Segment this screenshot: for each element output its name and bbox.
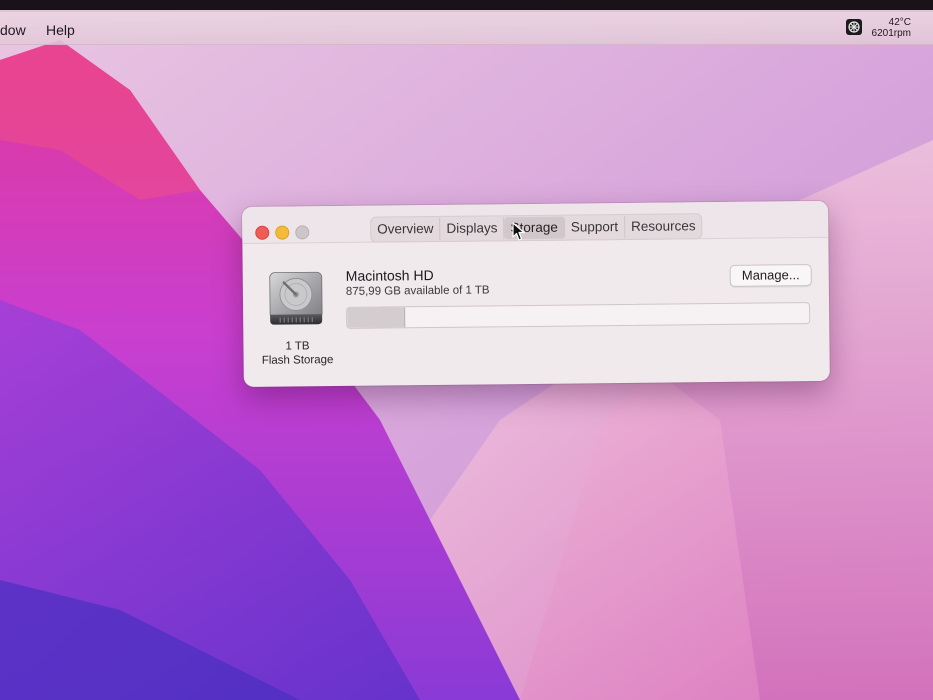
menu-window[interactable]: dow bbox=[0, 22, 26, 38]
storage-panel: 1 TB Flash Storage Macintosh HD 875,99 G… bbox=[242, 238, 829, 387]
window-titlebar[interactable]: Overview Displays Storage Support Resour… bbox=[242, 200, 829, 244]
tab-support[interactable]: Support bbox=[564, 215, 626, 239]
status-fan-speed: 6201rpm bbox=[871, 28, 911, 39]
menu-bar: dow Help 42°C 6201rpm bbox=[0, 10, 933, 45]
tab-displays[interactable]: Displays bbox=[440, 217, 505, 240]
menu-help[interactable]: Help bbox=[46, 22, 75, 38]
storage-used-segment[interactable] bbox=[347, 307, 406, 328]
close-window-button[interactable] bbox=[255, 225, 270, 240]
tab-bar: Overview Displays Storage Support Resour… bbox=[370, 213, 703, 243]
status-temperature: 42°C bbox=[888, 17, 911, 28]
tab-overview[interactable]: Overview bbox=[371, 217, 441, 241]
desktop-screen: dow Help 42°C 6201rpm Overview Displays … bbox=[0, 0, 933, 700]
storage-usage-bar[interactable] bbox=[346, 302, 811, 329]
hard-drive-icon bbox=[269, 271, 323, 325]
volume-name: Macintosh HD bbox=[345, 266, 434, 284]
zoom-window-button[interactable] bbox=[295, 225, 310, 240]
minimize-window-button[interactable] bbox=[275, 225, 290, 240]
disk-type-label: Flash Storage bbox=[261, 354, 334, 367]
disk-capacity-label: 1 TB bbox=[285, 340, 310, 353]
tab-resources[interactable]: Resources bbox=[625, 215, 702, 238]
about-this-mac-window: Overview Displays Storage Support Resour… bbox=[242, 200, 830, 387]
volume-available-text: 875,99 GB available of 1 TB bbox=[345, 284, 490, 298]
mouse-pointer-icon bbox=[512, 222, 525, 241]
manage-button[interactable]: Manage... bbox=[729, 264, 812, 287]
